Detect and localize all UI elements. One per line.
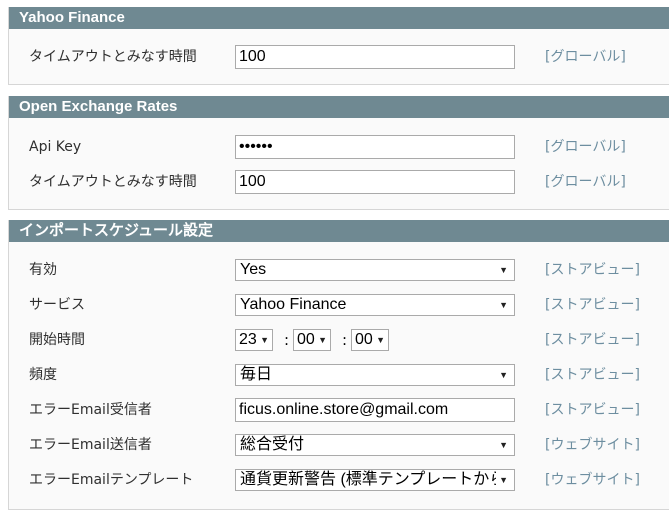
row-error-recipient: エラーEmail受信者 [ストアビュー] [9,397,669,423]
section-header[interactable]: インポートスケジュール設定 [9,220,669,242]
scope-label: [グローバル] [545,174,626,190]
select-value: 00 [355,331,373,348]
scope-label: [ストアビュー] [545,402,640,418]
start-minute-select[interactable]: 00 ▼ [293,329,331,351]
scope-label: [ストアビュー] [545,262,640,278]
row-timeout: タイムアウトとみなす時間 [グローバル] [9,169,669,195]
section-open-exchange-rates: Open Exchange Rates Api Key [グローバル] タイムア… [8,96,669,210]
chevron-down-icon: ▼ [499,370,508,380]
scope-label: [ストアビュー] [545,297,640,313]
config-page: Yahoo Finance タイムアウトとみなす時間 [グローバル] Open … [0,0,669,521]
section-header[interactable]: Yahoo Finance [9,7,669,29]
section-import-schedule: インポートスケジュール設定 有効 Yes ▼ [ストアビュー] サービス Yah… [8,220,669,510]
select-value: Yes [240,261,267,278]
yahoo-timeout-input[interactable] [235,45,515,69]
row-error-sender: エラーEmail送信者 総合受付 ▼ [ウェブサイト] [9,432,669,458]
field-label: タイムアウトとみなす時間 [29,174,197,190]
start-second-select[interactable]: 00 ▼ [351,329,389,351]
field-label: 有効 [29,262,57,278]
field-label: タイムアウトとみなす時間 [29,49,197,65]
start-hour-select[interactable]: 23 ▼ [235,329,273,351]
chevron-down-icon: ▼ [376,335,385,345]
frequency-select[interactable]: 毎日 ▼ [235,364,515,386]
section-header[interactable]: Open Exchange Rates [9,96,669,118]
field-label: Api Key [29,139,82,155]
scope-label: [ストアビュー] [545,332,640,348]
scope-label: [ストアビュー] [545,367,640,383]
field-label: エラーEmailテンプレート [29,472,194,488]
scope-label: [ウェブサイト] [545,437,640,453]
scope-label: [グローバル] [545,139,626,155]
select-value: Yahoo Finance [240,296,347,313]
time-separator: : [284,331,290,349]
section-yahoo-finance: Yahoo Finance タイムアウトとみなす時間 [グローバル] [8,7,669,85]
chevron-down-icon: ▼ [499,300,508,310]
oer-timeout-input[interactable] [235,170,515,194]
chevron-down-icon: ▼ [499,440,508,450]
service-select[interactable]: Yahoo Finance ▼ [235,294,515,316]
error-email-recipient-input[interactable] [235,398,515,422]
field-label: 頻度 [29,367,57,383]
row-timeout: タイムアウトとみなす時間 [グローバル] [9,44,669,70]
row-frequency: 頻度 毎日 ▼ [ストアビュー] [9,362,669,388]
select-value: 00 [297,331,315,348]
scope-label: [ウェブサイト] [545,472,640,488]
select-value: 総合受付 [240,436,305,453]
scope-label: [グローバル] [545,49,626,65]
chevron-down-icon: ▼ [499,265,508,275]
field-label: エラーEmail受信者 [29,402,152,418]
row-api-key: Api Key [グローバル] [9,134,669,160]
row-enabled: 有効 Yes ▼ [ストアビュー] [9,257,669,283]
chevron-down-icon: ▼ [318,335,327,345]
time-separator: : [342,331,348,349]
field-label: エラーEmail送信者 [29,437,152,453]
row-service: サービス Yahoo Finance ▼ [ストアビュー] [9,292,669,318]
row-error-template: エラーEmailテンプレート 通貨更新警告 (標準テンプレートから( ▼ [ウェ… [9,467,669,493]
enabled-select[interactable]: Yes ▼ [235,259,515,281]
field-label: 開始時間 [29,332,85,348]
select-value: 毎日 [240,366,273,383]
row-start-time: 開始時間 23 ▼ : 00 ▼ : 00 ▼ [ストアビュー] [9,327,669,353]
error-email-template-select[interactable]: 通貨更新警告 (標準テンプレートから( ▼ [235,469,515,491]
chevron-down-icon: ▼ [499,475,508,485]
select-value: 23 [239,331,257,348]
chevron-down-icon: ▼ [260,335,269,345]
api-key-input[interactable] [235,135,515,159]
error-email-sender-select[interactable]: 総合受付 ▼ [235,434,515,456]
select-value: 通貨更新警告 (標準テンプレートから( [240,471,496,488]
field-label: サービス [29,297,85,313]
